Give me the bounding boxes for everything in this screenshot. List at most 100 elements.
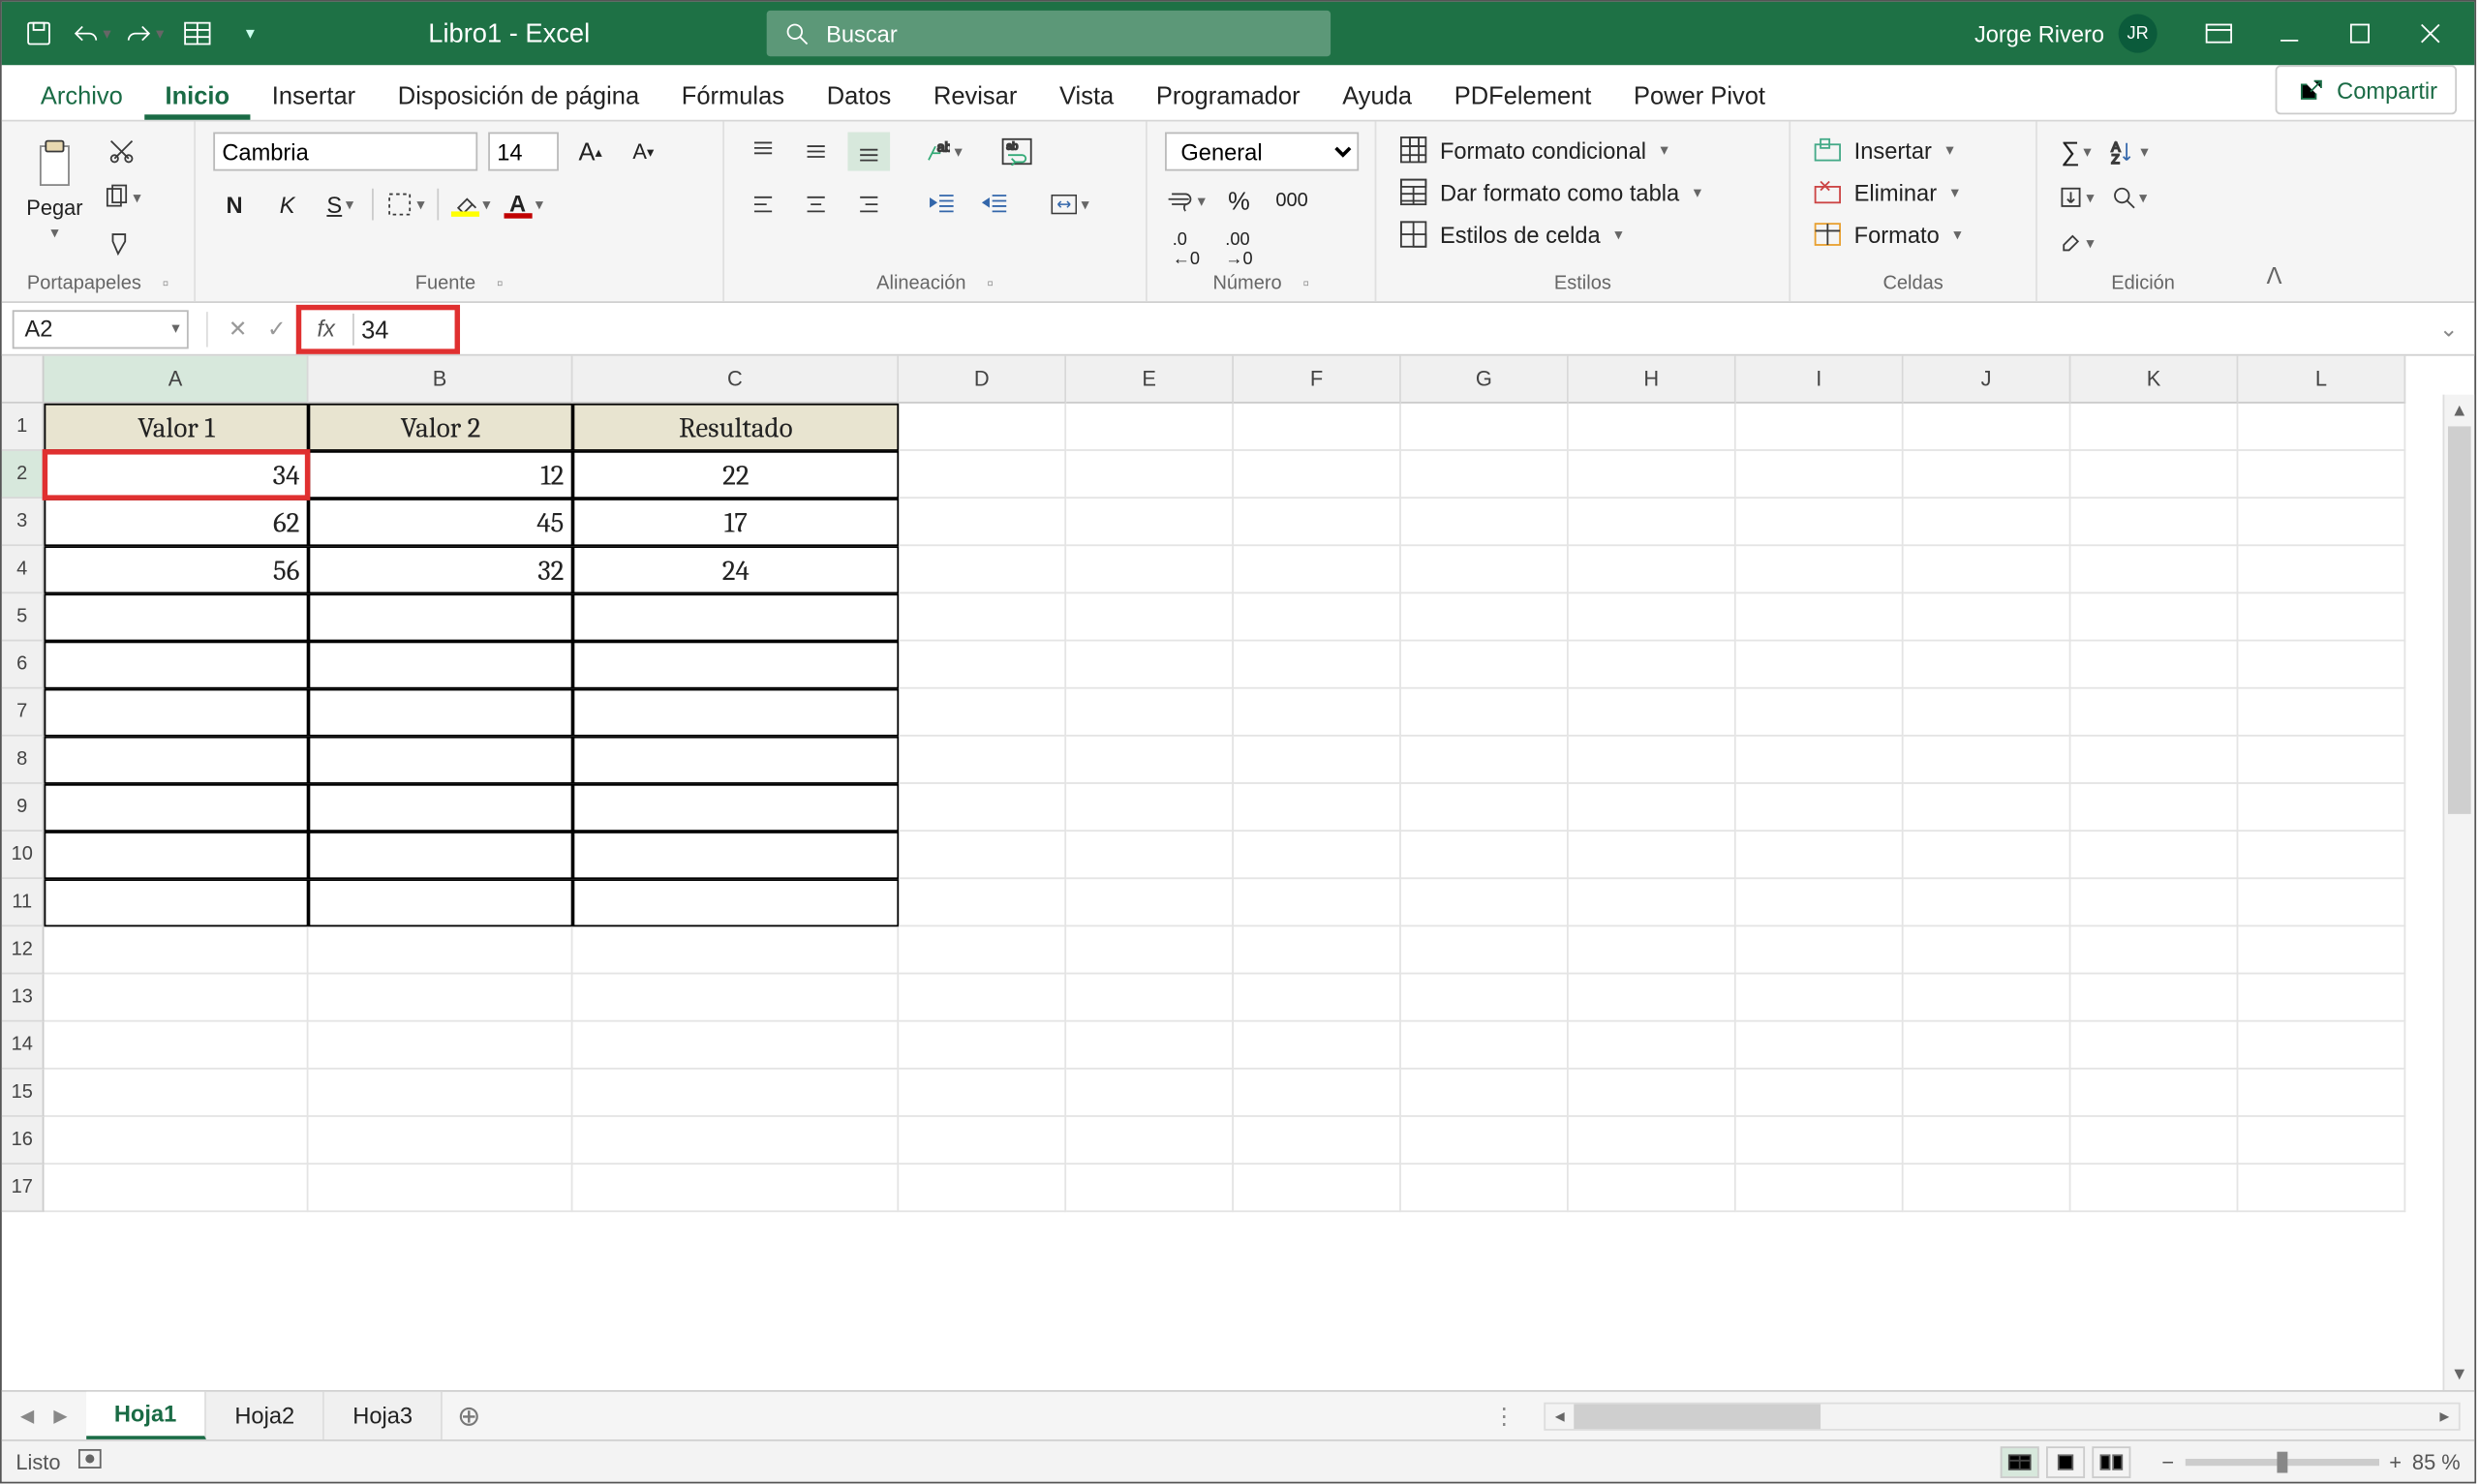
cell-A2[interactable]: 34 bbox=[45, 451, 309, 499]
ribbon-display-icon[interactable] bbox=[2199, 15, 2238, 53]
row-header-2[interactable]: 2 bbox=[2, 451, 45, 499]
qat-customize-icon[interactable]: ▾ bbox=[230, 15, 269, 53]
font-size-combo[interactable] bbox=[488, 133, 559, 171]
col-header-D[interactable]: D bbox=[899, 356, 1066, 404]
cell-C1[interactable]: Resultado bbox=[573, 404, 900, 451]
autosum-icon[interactable]: ∑ bbox=[2055, 133, 2097, 171]
redo-icon[interactable] bbox=[125, 15, 164, 53]
number-launcher-icon[interactable]: ▫ bbox=[1302, 274, 1308, 293]
scroll-left-icon[interactable]: ◄ bbox=[1546, 1404, 1574, 1428]
zoom-in-icon[interactable]: + bbox=[2389, 1449, 2402, 1473]
decrease-indent-icon[interactable] bbox=[922, 185, 964, 224]
alignment-launcher-icon[interactable]: ▫ bbox=[987, 274, 993, 293]
undo-icon[interactable] bbox=[73, 15, 111, 53]
insert-function-icon[interactable]: fx bbox=[307, 316, 346, 342]
orientation-icon[interactable]: ab bbox=[922, 133, 964, 171]
normal-view-icon[interactable] bbox=[2000, 1445, 2038, 1477]
tab-powerpivot[interactable]: Power Pivot bbox=[1612, 71, 1787, 120]
name-box[interactable]: A2 bbox=[13, 309, 189, 348]
underline-button[interactable]: S bbox=[319, 185, 361, 224]
cell-C4[interactable]: 24 bbox=[573, 546, 900, 593]
align-top-icon[interactable] bbox=[742, 133, 784, 171]
scroll-down-icon[interactable]: ▼ bbox=[2444, 1358, 2474, 1390]
cell-B1[interactable]: Valor 2 bbox=[309, 404, 573, 451]
sheet-tab-hoja2[interactable]: Hoja2 bbox=[206, 1392, 324, 1439]
share-button[interactable]: Compartir bbox=[2275, 65, 2457, 114]
cell-D1[interactable] bbox=[899, 404, 1066, 451]
cell-C2[interactable]: 22 bbox=[573, 451, 900, 499]
insert-cells-button[interactable]: Insertar bbox=[1808, 133, 1957, 167]
font-name-combo[interactable] bbox=[213, 133, 477, 171]
cut-icon[interactable] bbox=[101, 133, 143, 171]
tab-archivo[interactable]: Archivo bbox=[19, 71, 144, 120]
col-header-I[interactable]: I bbox=[1736, 356, 1904, 404]
tab-ayuda[interactable]: Ayuda bbox=[1321, 71, 1432, 120]
fill-color-icon[interactable] bbox=[449, 185, 492, 224]
save-icon[interactable] bbox=[19, 15, 58, 53]
cell-B3[interactable]: 45 bbox=[309, 499, 573, 546]
clipboard-launcher-icon[interactable]: ▫ bbox=[163, 274, 168, 293]
col-header-E[interactable]: E bbox=[1066, 356, 1234, 404]
new-sheet-icon[interactable]: ⊕ bbox=[443, 1398, 496, 1433]
page-break-view-icon[interactable] bbox=[2092, 1445, 2130, 1477]
merge-center-icon[interactable] bbox=[1049, 185, 1091, 224]
scroll-right-icon[interactable]: ► bbox=[2431, 1404, 2459, 1428]
tab-pdfelement[interactable]: PDFelement bbox=[1433, 71, 1612, 120]
account-button[interactable]: Jorge Rivero JR bbox=[1974, 15, 2158, 53]
cell-B2[interactable]: 12 bbox=[309, 451, 573, 499]
cell-A1[interactable]: Valor 1 bbox=[45, 404, 309, 451]
copy-icon[interactable] bbox=[101, 178, 143, 217]
tab-programador[interactable]: Programador bbox=[1135, 71, 1321, 120]
decrease-decimal-icon[interactable]: .00→0 bbox=[1218, 230, 1261, 269]
align-center-icon[interactable] bbox=[795, 185, 838, 224]
zoom-level[interactable]: 85 % bbox=[2412, 1449, 2461, 1473]
col-header-F[interactable]: F bbox=[1234, 356, 1401, 404]
increase-font-icon[interactable]: A▴ bbox=[569, 133, 612, 171]
decrease-font-icon[interactable]: A▾ bbox=[622, 133, 664, 171]
number-format-combo[interactable]: General bbox=[1165, 133, 1359, 171]
formula-bar-input[interactable]: 34 bbox=[361, 315, 449, 343]
zoom-out-icon[interactable]: − bbox=[2161, 1449, 2174, 1473]
scroll-up-icon[interactable]: ▲ bbox=[2444, 395, 2474, 427]
clear-icon[interactable] bbox=[2055, 224, 2097, 262]
delete-cells-button[interactable]: Eliminar bbox=[1808, 174, 1962, 209]
bold-button[interactable]: N bbox=[213, 185, 256, 224]
sheet-tab-hoja3[interactable]: Hoja3 bbox=[324, 1392, 443, 1439]
currency-icon[interactable] bbox=[1165, 181, 1208, 220]
percent-icon[interactable]: % bbox=[1218, 181, 1261, 220]
col-header-C[interactable]: C bbox=[573, 356, 900, 404]
cell-A3[interactable]: 62 bbox=[45, 499, 309, 546]
increase-indent-icon[interactable] bbox=[974, 185, 1017, 224]
col-header-H[interactable]: H bbox=[1569, 356, 1736, 404]
thousands-icon[interactable]: 000 bbox=[1270, 181, 1313, 220]
tab-inicio[interactable]: Inicio bbox=[144, 71, 251, 120]
col-header-K[interactable]: K bbox=[2071, 356, 2239, 404]
format-cells-button[interactable]: Formato bbox=[1808, 217, 1965, 252]
cell-B4[interactable]: 32 bbox=[309, 546, 573, 593]
collapse-ribbon-icon[interactable]: ᐱ bbox=[2249, 252, 2300, 301]
tab-disposicion[interactable]: Disposición de página bbox=[377, 71, 660, 120]
sheet-nav-next-icon[interactable]: ► bbox=[49, 1403, 72, 1429]
vertical-scrollbar[interactable]: ▲ ▼ bbox=[2443, 395, 2475, 1390]
align-bottom-icon[interactable] bbox=[847, 133, 890, 171]
align-left-icon[interactable] bbox=[742, 185, 784, 224]
maximize-icon[interactable] bbox=[2341, 15, 2379, 53]
sheet-tab-menu-icon[interactable]: ⋮ bbox=[1479, 1402, 1530, 1430]
col-header-L[interactable]: L bbox=[2238, 356, 2405, 404]
table-icon[interactable] bbox=[178, 15, 217, 53]
conditional-formatting-button[interactable]: Formato condicional bbox=[1394, 133, 1672, 167]
search-box[interactable]: Buscar bbox=[766, 11, 1330, 56]
font-launcher-icon[interactable]: ▫ bbox=[497, 274, 503, 293]
align-right-icon[interactable] bbox=[847, 185, 890, 224]
tab-insertar[interactable]: Insertar bbox=[251, 71, 377, 120]
minimize-icon[interactable] bbox=[2270, 15, 2309, 53]
borders-icon[interactable] bbox=[384, 185, 427, 224]
expand-formula-bar-icon[interactable]: ⌄ bbox=[2439, 315, 2474, 343]
cell-C3[interactable]: 17 bbox=[573, 499, 900, 546]
find-select-icon[interactable] bbox=[2108, 178, 2151, 217]
close-icon[interactable] bbox=[2411, 15, 2450, 53]
row-header-4[interactable]: 4 bbox=[2, 546, 45, 593]
format-painter-icon[interactable] bbox=[101, 224, 143, 262]
tab-revisar[interactable]: Revisar bbox=[912, 71, 1038, 120]
col-header-B[interactable]: B bbox=[309, 356, 573, 404]
